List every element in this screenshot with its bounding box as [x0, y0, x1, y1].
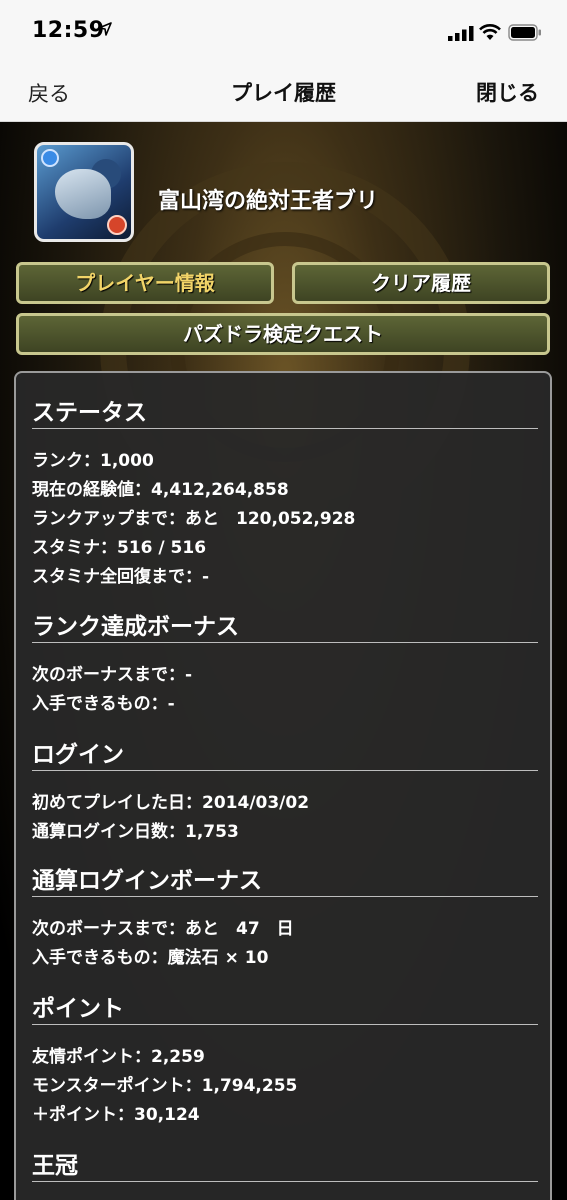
total-login-days: 通算ログイン日数：1,753 [32, 822, 239, 842]
stamina-value: スタミナ：516 / 516 [32, 538, 207, 558]
divider [32, 770, 538, 771]
tab-player-info[interactable]: プレイヤー情報 [16, 262, 274, 304]
tab-quest[interactable]: パズドラ検定クエスト [16, 313, 550, 355]
rank-bonus-next: 次のボーナスまで：- [32, 665, 193, 685]
rank-bonus-reward: 入手できるもの：- [32, 694, 175, 714]
fire-attribute-icon [107, 215, 127, 235]
login-bonus-reward: 入手できるもの：魔法石 × 10 [32, 948, 269, 968]
player-name: 富山湾の絶対王者ブリ [158, 189, 379, 214]
tab-clear-history[interactable]: クリア履歴 [292, 262, 550, 304]
cellular-signal-icon [448, 26, 474, 41]
section-title-status: ステータス [32, 400, 147, 426]
section-title-rank-bonus: ランク達成ボーナス [32, 614, 239, 640]
divider [32, 428, 538, 429]
section-title-login-bonus: 通算ログインボーナス [32, 868, 262, 894]
wifi-icon [479, 24, 501, 40]
avatar-art-body [55, 169, 111, 219]
play-history-content: 富山湾の絶対王者ブリ プレイヤー情報 クリア履歴 パズドラ検定クエスト ステータ… [0, 122, 567, 1200]
rankup-value: ランクアップまで：あと 120,052,928 [32, 509, 356, 529]
navigation-bar: 戻る プレイ履歴 閉じる [0, 64, 567, 122]
plus-points: ＋ポイント：30,124 [32, 1105, 200, 1125]
login-bonus-next: 次のボーナスまで：あと 47 日 [32, 919, 294, 939]
divider [32, 1024, 538, 1025]
water-attribute-icon [41, 149, 59, 167]
divider [32, 896, 538, 897]
monster-points: モンスターポイント：1,794,255 [32, 1076, 298, 1096]
section-title-login: ログイン [32, 742, 124, 768]
stamina-full-value: スタミナ全回復まで：- [32, 567, 210, 587]
monster-avatar [34, 142, 134, 242]
divider [32, 642, 538, 643]
info-panel: ステータス ランク：1,000 現在の経験値：4,412,264,858 ランク… [14, 371, 552, 1200]
divider [32, 1181, 538, 1182]
section-title-points: ポイント [32, 996, 124, 1022]
exp-value: 現在の経験値：4,412,264,858 [32, 480, 289, 500]
close-button[interactable]: 閉じる [476, 77, 539, 107]
status-bar: 12:59 [0, 0, 567, 64]
battery-icon [508, 24, 541, 41]
status-time: 12:59 [32, 18, 105, 43]
friend-points: 友情ポイント：2,259 [32, 1047, 205, 1067]
first-play-date: 初めてプレイした日：2014/03/02 [32, 793, 310, 813]
rank-value: ランク：1,000 [32, 451, 154, 471]
location-arrow-icon [98, 22, 112, 36]
section-title-crown: 王冠 [32, 1153, 78, 1179]
